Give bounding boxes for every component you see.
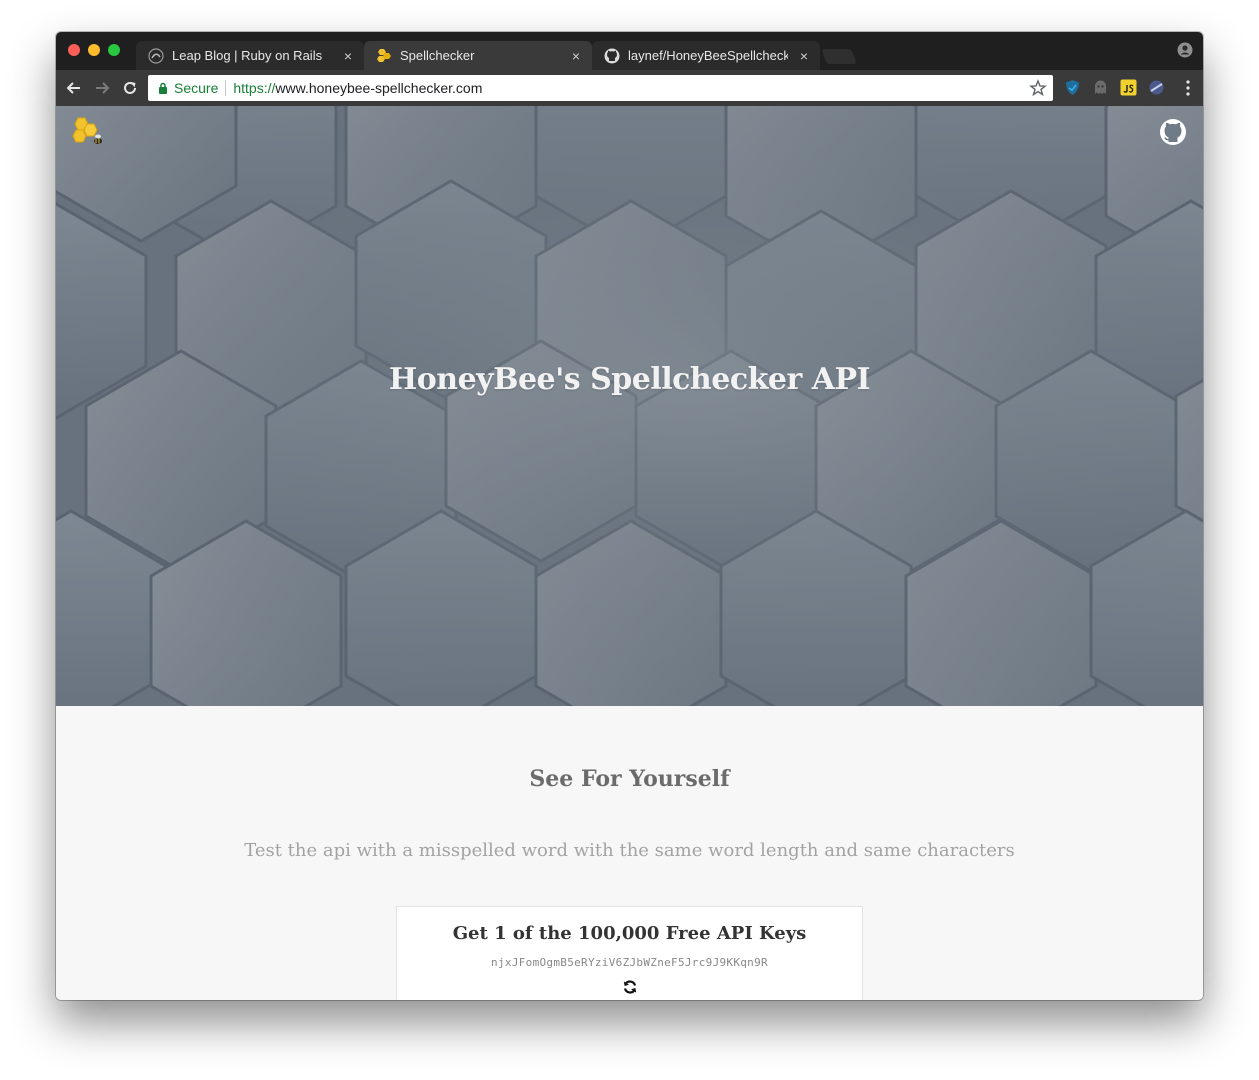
profile-icon[interactable]	[1177, 42, 1193, 58]
honeycomb-bee-icon[interactable]	[72, 116, 106, 148]
browser-toolbar: Secure https:// www.honeybee-spellchecke…	[56, 70, 1203, 106]
secure-label: Secure	[174, 80, 219, 96]
url-scheme: https://	[233, 80, 276, 96]
close-icon[interactable]: ×	[796, 48, 812, 64]
tab-leap-blog[interactable]: Leap Blog | Ruby on Rails ×	[136, 41, 364, 70]
tab-spellchecker[interactable]: Spellchecker ×	[364, 41, 592, 70]
github-icon[interactable]	[1159, 118, 1187, 146]
extension-js-icon[interactable]	[1120, 79, 1137, 96]
card-title: Get 1 of the 100,000 Free API Keys	[452, 923, 807, 944]
hexagon-background	[56, 106, 1203, 706]
new-tab-button[interactable]	[821, 49, 857, 64]
refresh-icon[interactable]	[622, 979, 638, 995]
close-icon[interactable]: ×	[340, 48, 356, 64]
minimize-window-button[interactable]	[88, 44, 100, 56]
api-key-value: njxJFomOgmB5eRYziV6ZJbWZneF5Jrc9J9KKqn9R	[491, 956, 768, 969]
browser-menu-icon[interactable]	[1185, 78, 1191, 98]
close-window-button[interactable]	[68, 44, 80, 56]
extension-globe-icon[interactable]	[1148, 79, 1165, 96]
tab-title: laynef/HoneyBeeSpellchecker	[628, 48, 788, 63]
tab-github-repo[interactable]: laynef/HoneyBeeSpellchecker ×	[592, 41, 820, 70]
bookmark-star-icon[interactable]	[1029, 79, 1047, 97]
hero-banner: HoneyBee's Spellchecker API	[56, 106, 1203, 706]
address-bar[interactable]: Secure https:// www.honeybee-spellchecke…	[148, 75, 1053, 101]
tab-strip: Leap Blog | Ruby on Rails × Spellchecker…	[56, 32, 1203, 70]
url-host: www.honeybee-spellchecker.com	[275, 80, 483, 96]
maximize-window-button[interactable]	[108, 44, 120, 56]
tab-title: Spellchecker	[400, 48, 475, 63]
leap-logo-icon	[148, 47, 164, 64]
divider	[225, 80, 227, 96]
lock-icon	[159, 82, 167, 94]
web-page: HoneyBee's Spellchecker API See For Your…	[56, 106, 1203, 1000]
browser-window: Leap Blog | Ruby on Rails × Spellchecker…	[56, 32, 1203, 1000]
extension-ghost-icon[interactable]	[1092, 79, 1109, 96]
github-icon	[604, 48, 620, 64]
tab-title: Leap Blog | Ruby on Rails	[172, 48, 323, 63]
back-icon[interactable]	[64, 78, 84, 98]
hero-title: HoneyBee's Spellchecker API	[388, 362, 871, 397]
extension-shield-icon[interactable]	[1064, 79, 1081, 96]
close-icon[interactable]: ×	[568, 48, 584, 64]
section-subtitle: Test the api with a misspelled word with…	[244, 840, 1015, 861]
reload-icon[interactable]	[120, 78, 140, 98]
api-key-card: Get 1 of the 100,000 Free API Keys njxJF…	[396, 906, 863, 1000]
section-title: See For Yourself	[529, 766, 730, 792]
honeycomb-bee-icon	[376, 48, 392, 64]
forward-icon[interactable]	[92, 78, 112, 98]
